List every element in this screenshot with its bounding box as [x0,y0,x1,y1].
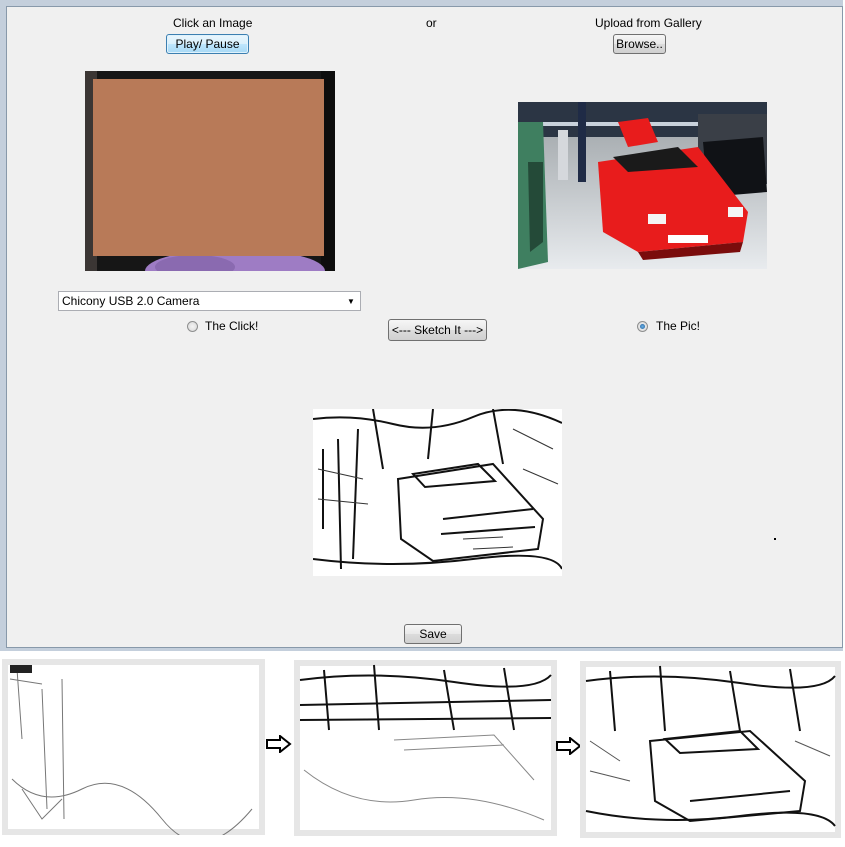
or-label: or [426,16,437,30]
progress-frame-1 [2,659,265,835]
gallery-picture[interactable] [518,102,767,269]
sketch-output-image [313,409,562,576]
radio-the-pic-label[interactable]: The Pic! [656,319,700,333]
camera-caption: Click an Image [173,16,253,30]
radio-the-click[interactable] [187,321,198,332]
partial-sketch-2-image [299,664,552,830]
webcam-frame-image [85,71,335,271]
sketch-output [313,409,562,576]
stray-dot [774,538,776,540]
form-client-area: Click an Image Play/ Pause or Upload fro… [6,6,843,648]
radio-the-click-label[interactable]: The Click! [205,319,258,333]
camera-device-value: Chicony USB 2.0 Camera [62,294,200,308]
car-photo-image [518,102,767,269]
webcam-preview[interactable] [85,71,335,271]
browse-button[interactable]: Browse.. [613,34,666,54]
gallery-caption: Upload from Gallery [595,16,702,30]
right-arrow-icon [556,737,582,755]
right-arrow-icon [266,735,292,753]
app-window: Click an Image Play/ Pause or Upload fro… [0,0,843,651]
camera-device-dropdown[interactable]: Chicony USB 2.0 Camera ▼ [58,291,361,311]
partial-sketch-1-image [8,665,259,835]
full-sketch-image [585,665,836,832]
progress-frame-2 [294,660,557,836]
sketch-it-button[interactable]: <--- Sketch It ---> [388,319,487,341]
save-button[interactable]: Save [404,624,462,644]
progress-frame-3 [580,661,841,838]
chevron-down-icon[interactable]: ▼ [344,294,358,308]
play-pause-button[interactable]: Play/ Pause [166,34,249,54]
radio-the-pic[interactable] [637,321,648,332]
